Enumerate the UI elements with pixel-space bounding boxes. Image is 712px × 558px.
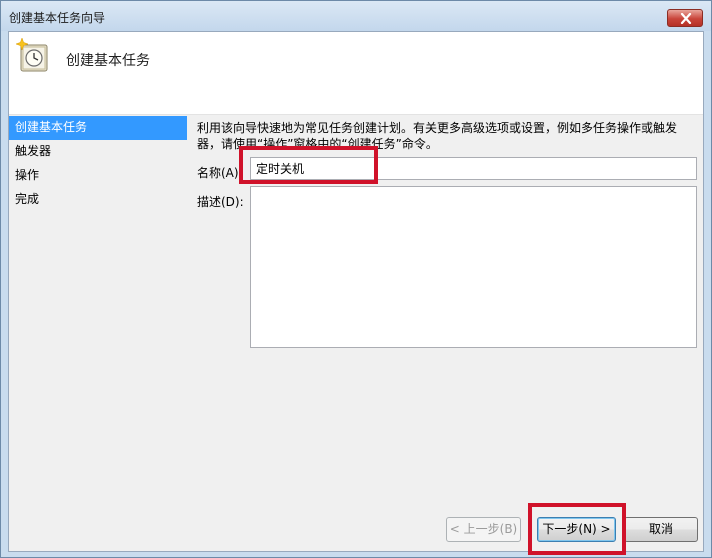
step-trigger[interactable]: 触发器: [9, 140, 187, 164]
wizard-description: 利用该向导快速地为常见任务创建计划。有关更多高级选项或设置，例如多任务操作或触发…: [197, 120, 697, 152]
name-label: 名称(A):: [197, 166, 243, 180]
description-line-2: 器，请使用“操作”窗格中的“创建任务”命令。: [197, 137, 438, 151]
wizard-window: 创建基本任务向导 创建基本任务 创建基本任务 触发器 操作 完成 利用该向导快速…: [0, 0, 712, 558]
next-button[interactable]: 下一步(N) >: [537, 517, 616, 542]
cancel-button[interactable]: 取消: [624, 517, 698, 542]
back-button[interactable]: < 上一步(B): [446, 517, 521, 542]
title-bar[interactable]: 创建基本任务向导: [1, 1, 711, 31]
wizard-header: 创建基本任务: [9, 32, 703, 115]
name-input[interactable]: [250, 157, 697, 180]
description-label: 描述(D):: [197, 195, 244, 209]
step-create-basic-task[interactable]: 创建基本任务: [9, 116, 187, 140]
step-finish[interactable]: 完成: [9, 188, 187, 212]
window-title: 创建基本任务向导: [9, 11, 106, 25]
description-textarea[interactable]: [250, 186, 697, 348]
step-action[interactable]: 操作: [9, 164, 187, 188]
wizard-steps-list: 创建基本任务 触发器 操作 完成: [9, 116, 187, 212]
wizard-heading: 创建基本任务: [66, 53, 150, 69]
close-icon: [680, 13, 692, 24]
clock-task-icon: [15, 38, 48, 72]
close-button[interactable]: [667, 9, 703, 27]
wizard-client-area: 创建基本任务 创建基本任务 触发器 操作 完成 利用该向导快速地为常见任务创建计…: [8, 31, 704, 552]
description-line-1: 利用该向导快速地为常见任务创建计划。有关更多高级选项或设置，例如多任务操作或触发: [197, 121, 678, 135]
